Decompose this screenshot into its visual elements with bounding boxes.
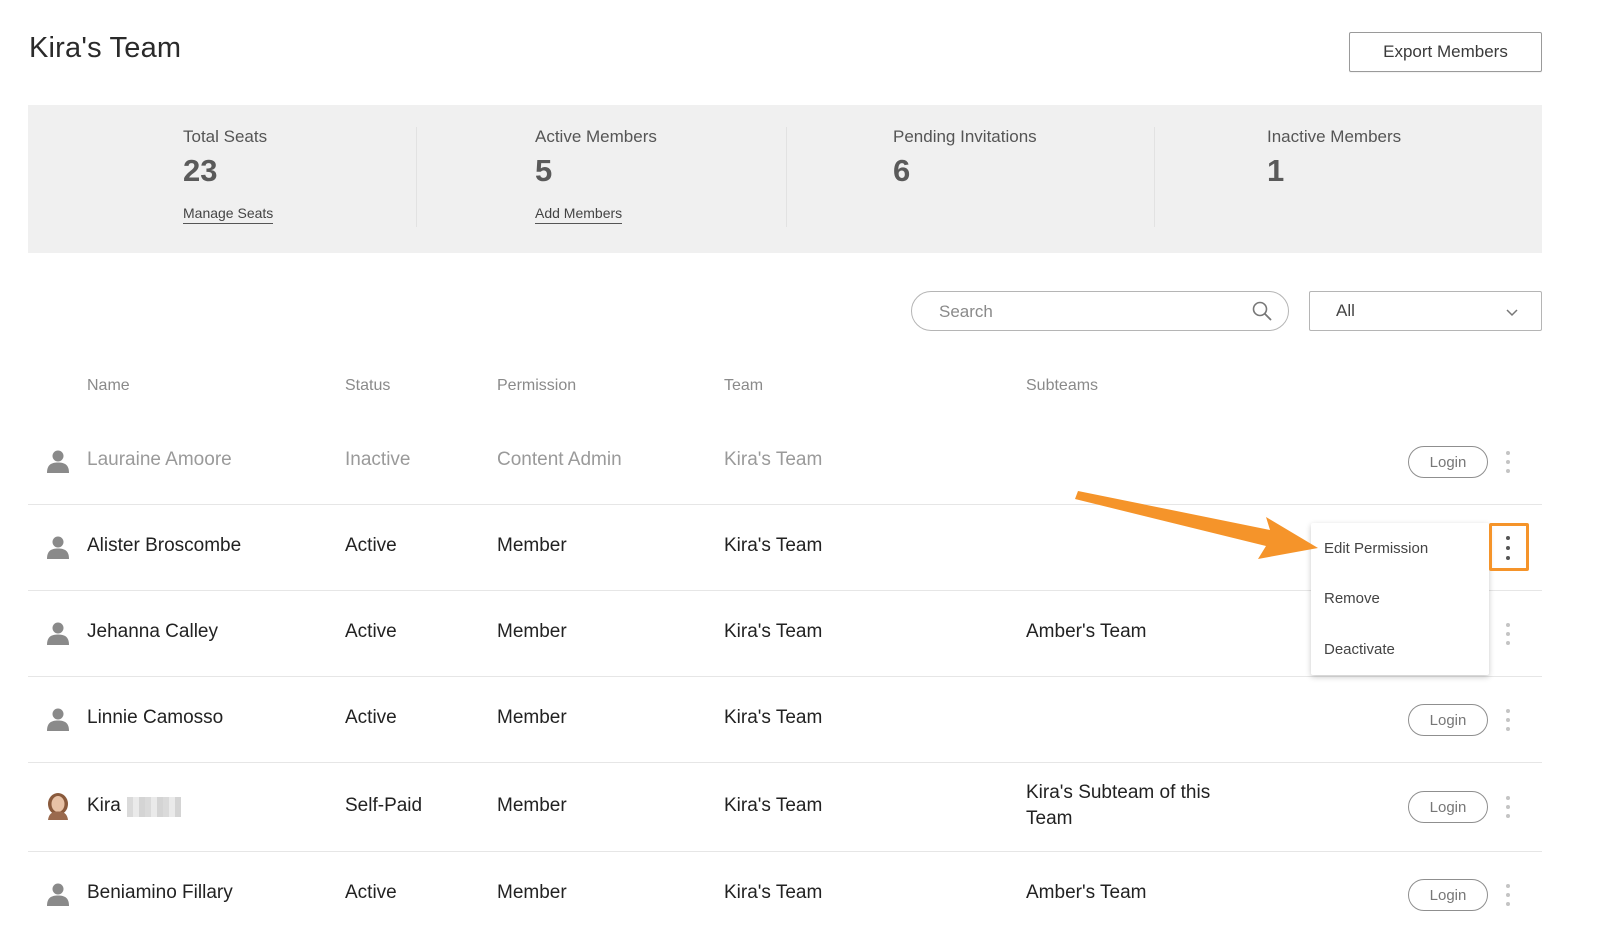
member-status: Active <box>345 621 397 642</box>
row-divider <box>28 762 1542 763</box>
add-members-link[interactable]: Add Members <box>535 205 623 224</box>
chevron-down-icon <box>1506 309 1518 317</box>
export-members-button[interactable]: Export Members <box>1349 32 1542 72</box>
redacted-surname <box>127 797 181 817</box>
member-name: Beniamino Fillary <box>87 882 233 903</box>
row-divider <box>28 676 1542 677</box>
stat-divider <box>786 127 787 227</box>
member-name: Linnie Camosso <box>87 707 224 728</box>
user-avatar-icon <box>45 534 71 560</box>
stat-label: Total Seats <box>183 127 268 146</box>
user-avatar-icon <box>45 881 71 907</box>
member-name: Lauraine Amoore <box>87 449 232 470</box>
menu-item-remove[interactable]: Remove <box>1324 590 1380 607</box>
column-header-subteams: Subteams <box>1026 377 1099 394</box>
login-button[interactable]: Login <box>1408 704 1488 736</box>
stat-divider <box>416 127 417 227</box>
annotation-arrow-icon <box>1075 491 1318 559</box>
stat-inactive-members: Inactive Members 1 <box>1267 127 1401 189</box>
member-name: Alister Broscombe <box>87 535 242 556</box>
member-permission: Member <box>497 795 567 816</box>
member-status: Active <box>345 707 397 728</box>
member-permission: Member <box>497 535 567 556</box>
column-header-team: Team <box>724 377 764 394</box>
user-avatar-icon <box>45 620 71 646</box>
member-status: Inactive <box>345 449 411 470</box>
stat-label: Inactive Members <box>1267 127 1402 146</box>
more-options-icon[interactable] <box>1498 881 1518 909</box>
user-avatar-icon <box>45 706 71 732</box>
search-placeholder: Search <box>939 302 993 321</box>
stat-label: Pending Invitations <box>893 127 1037 146</box>
more-options-icon[interactable] <box>1498 448 1518 476</box>
stat-value: 5 <box>535 153 553 188</box>
login-button[interactable]: Login <box>1408 446 1488 478</box>
stat-value: 23 <box>183 153 218 188</box>
member-team: Kira's Team <box>724 449 823 470</box>
menu-item-deactivate[interactable]: Deactivate <box>1324 641 1395 658</box>
column-header-name: Name <box>87 377 130 394</box>
status-filter-select[interactable]: All <box>1309 291 1542 331</box>
highlight-box <box>1489 523 1529 571</box>
member-team: Kira's Team <box>724 882 823 903</box>
member-name: Kira <box>87 795 121 816</box>
manage-seats-link[interactable]: Manage Seats <box>183 205 274 224</box>
member-name: Jehanna Calley <box>87 621 218 642</box>
stat-pending-invitations: Pending Invitations 6 <box>893 127 1037 189</box>
member-permission: Member <box>497 882 567 903</box>
more-options-icon[interactable] <box>1498 706 1518 734</box>
member-subteams-line1: Kira's Subteam of this <box>1026 782 1211 803</box>
search-icon <box>1252 301 1272 321</box>
more-options-icon[interactable] <box>1498 793 1518 821</box>
member-status: Active <box>345 882 397 903</box>
stat-value: 6 <box>893 153 911 188</box>
column-header-permission: Permission <box>497 377 577 394</box>
filter-value: All <box>1336 301 1355 320</box>
member-subteams: Amber's Team <box>1026 621 1147 642</box>
search-input[interactable]: Search <box>911 291 1289 331</box>
row-actions-menu: Edit Permission Remove Deactivate <box>1311 523 1489 675</box>
stat-total-seats: Total Seats 23 Manage Seats <box>183 127 274 224</box>
user-avatar-icon <box>45 448 71 474</box>
stat-divider <box>1154 127 1155 227</box>
member-team: Kira's Team <box>724 535 823 556</box>
page-title: Kira's Team <box>29 32 182 64</box>
login-button[interactable]: Login <box>1408 791 1488 823</box>
login-button[interactable]: Login <box>1408 879 1488 911</box>
stat-active-members: Active Members 5 Add Members <box>535 127 657 224</box>
user-photo-avatar <box>48 793 68 820</box>
member-permission: Member <box>497 621 567 642</box>
stat-label: Active Members <box>535 127 657 146</box>
member-permission: Member <box>497 707 567 728</box>
member-status: Self-Paid <box>345 795 423 816</box>
stat-value: 1 <box>1267 153 1285 188</box>
menu-item-edit-permission[interactable]: Edit Permission <box>1324 540 1428 557</box>
member-subteams-line2: Team <box>1026 808 1073 829</box>
more-options-icon[interactable] <box>1498 620 1518 648</box>
member-team: Kira's Team <box>724 795 823 816</box>
row-divider <box>28 851 1542 852</box>
column-header-status: Status <box>345 377 391 394</box>
member-team: Kira's Team <box>724 707 823 728</box>
member-subteams: Amber's Team <box>1026 882 1147 903</box>
member-team: Kira's Team <box>724 621 823 642</box>
stats-bar: Total Seats 23 Manage Seats Active Membe… <box>28 105 1542 253</box>
member-permission: Content Admin <box>497 449 622 470</box>
member-status: Active <box>345 535 397 556</box>
